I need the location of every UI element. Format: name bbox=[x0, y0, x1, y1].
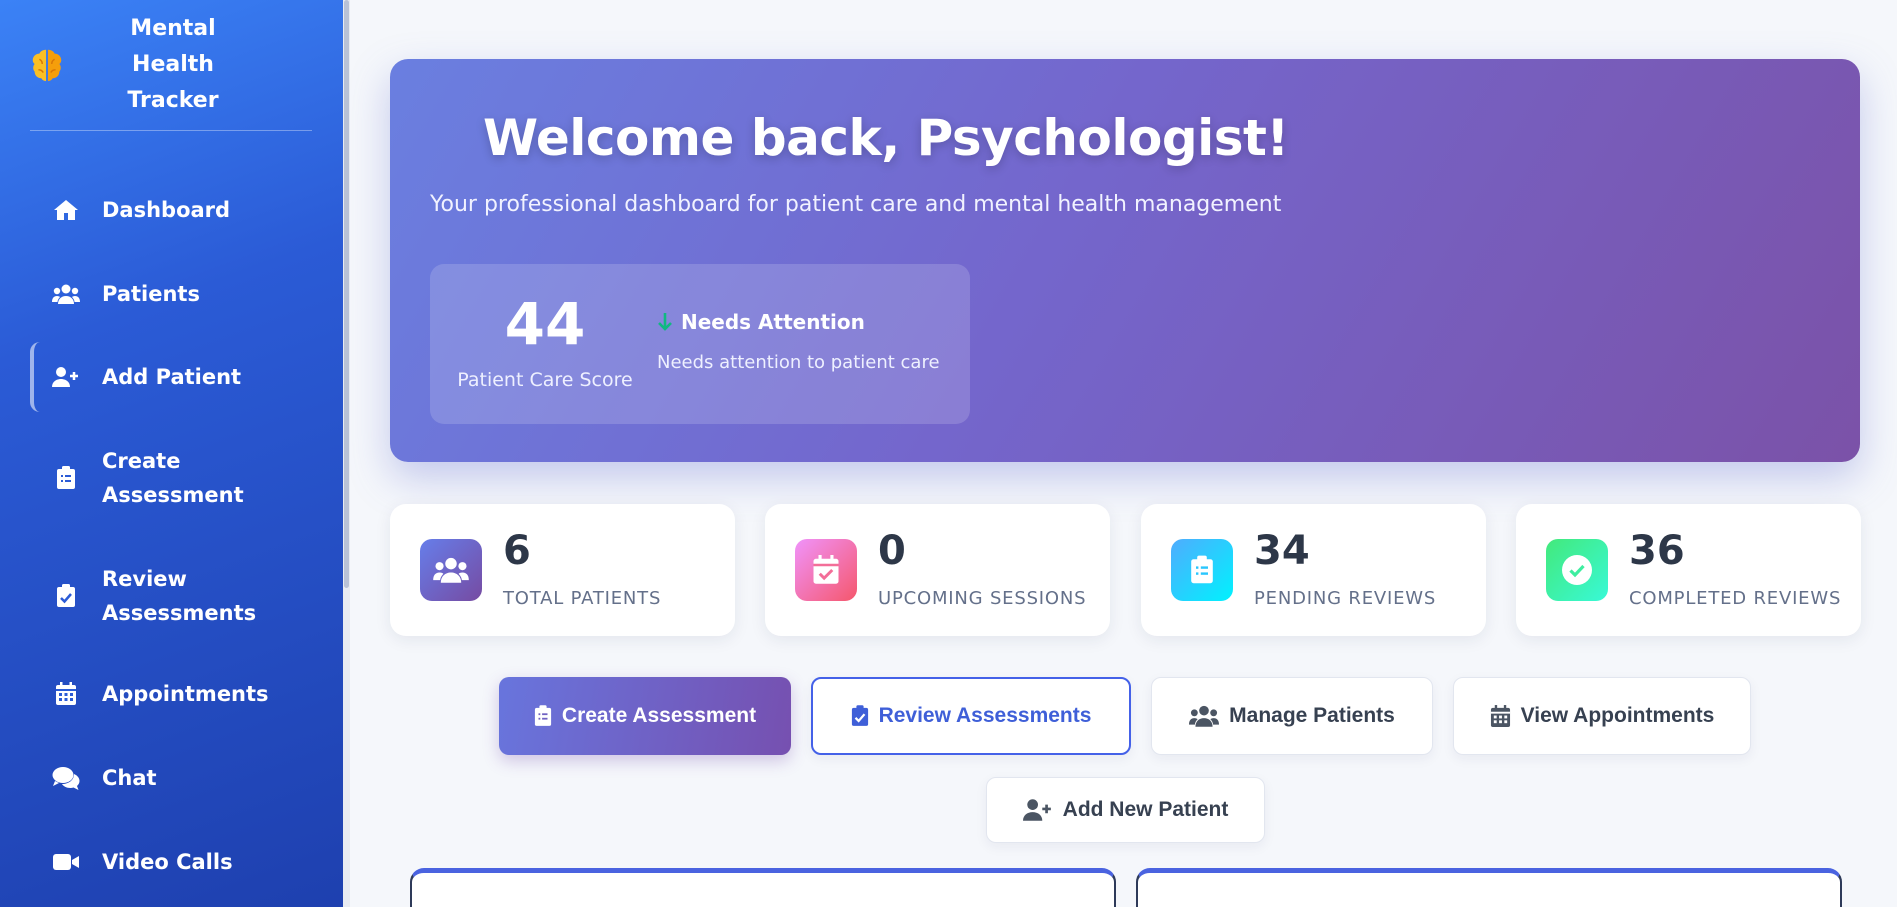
stat-value: 6 bbox=[503, 528, 531, 574]
home-icon bbox=[52, 196, 80, 224]
attention-text: Needs attention to patient care bbox=[657, 352, 940, 373]
app-title: Mental Health Tracker bbox=[127, 16, 219, 113]
user-plus-icon bbox=[52, 363, 80, 391]
stat-label: COMPLETED REVIEWS bbox=[1629, 588, 1842, 609]
sidebar-item-chat[interactable]: Chat bbox=[30, 760, 312, 796]
sidebar-scrollbar-thumb[interactable] bbox=[344, 0, 349, 588]
stat-card-upcoming-sessions: 0 UPCOMING SESSIONS bbox=[765, 504, 1110, 636]
stat-value: 36 bbox=[1629, 528, 1685, 574]
users-icon bbox=[1189, 705, 1220, 727]
care-score-value: 44 bbox=[504, 290, 586, 358]
calendar-check-icon bbox=[795, 539, 857, 601]
view-appointments-button[interactable]: View Appointments bbox=[1453, 677, 1751, 755]
review-assessments-label: Review Assessments bbox=[878, 704, 1092, 727]
manage-patients-label: Manage Patients bbox=[1229, 704, 1395, 727]
video-icon bbox=[52, 848, 80, 876]
add-new-patient-button[interactable]: Add New Patient bbox=[986, 777, 1265, 843]
sidebar-item-patients[interactable]: Patients bbox=[30, 276, 312, 312]
sidebar-item-appointments[interactable]: Appointments bbox=[30, 676, 312, 712]
sidebar-item-label: Video Calls bbox=[102, 850, 233, 874]
stat-value: 34 bbox=[1254, 528, 1310, 574]
sidebar: Mental Health Tracker Dashboard Patients… bbox=[0, 0, 343, 907]
sidebar-item-label: Dashboard bbox=[102, 198, 231, 222]
sidebar-divider bbox=[30, 130, 312, 131]
sidebar-item-dashboard[interactable]: Dashboard bbox=[30, 192, 312, 228]
content-panel-left bbox=[410, 868, 1116, 907]
clipboard-list-icon bbox=[1171, 539, 1233, 601]
attention-heading: Needs Attention bbox=[657, 310, 865, 334]
users-icon bbox=[52, 280, 80, 308]
welcome-title: Welcome back, Psychologist! bbox=[483, 109, 1289, 167]
user-plus-icon bbox=[1022, 799, 1051, 821]
sidebar-item-review-assessments[interactable]: Review Assessments bbox=[30, 560, 312, 632]
manage-patients-button[interactable]: Manage Patients bbox=[1151, 677, 1433, 755]
care-score-label: Patient Care Score bbox=[457, 369, 633, 391]
sidebar-item-label: Chat bbox=[102, 766, 157, 790]
welcome-subtitle: Your professional dashboard for patient … bbox=[430, 192, 1282, 217]
brain-icon bbox=[32, 49, 62, 82]
stat-label: TOTAL PATIENTS bbox=[503, 588, 662, 609]
review-assessments-button[interactable]: Review Assessments bbox=[811, 677, 1131, 755]
sidebar-item-add-patient[interactable]: Add Patient bbox=[30, 342, 312, 412]
calendar-icon bbox=[52, 680, 80, 708]
content-panel-right bbox=[1136, 868, 1842, 907]
sidebar-item-label: Appointments bbox=[102, 682, 269, 706]
welcome-banner: Welcome back, Psychologist! Your profess… bbox=[390, 59, 1860, 462]
stat-value: 0 bbox=[878, 528, 906, 574]
stat-label: PENDING REVIEWS bbox=[1254, 588, 1437, 609]
patient-care-score-card: 44 Patient Care Score Needs Attention Ne… bbox=[430, 264, 970, 424]
clipboard-check-icon bbox=[851, 705, 868, 726]
stat-label: UPCOMING SESSIONS bbox=[878, 588, 1087, 609]
calendar-icon bbox=[1490, 704, 1510, 727]
comments-icon bbox=[52, 764, 80, 792]
create-assessment-button[interactable]: Create Assessment bbox=[499, 677, 791, 755]
clipboard-list-icon bbox=[534, 705, 552, 726]
sidebar-item-video-calls[interactable]: Video Calls bbox=[30, 844, 312, 880]
stat-card-completed-reviews: 36 COMPLETED REVIEWS bbox=[1516, 504, 1861, 636]
create-assessment-label: Create Assessment bbox=[561, 704, 757, 727]
sidebar-item-label: Create Assessment bbox=[102, 449, 244, 507]
view-appointments-label: View Appointments bbox=[1520, 704, 1715, 727]
users-icon bbox=[420, 539, 482, 601]
sidebar-item-label: Review Assessments bbox=[102, 567, 257, 625]
check-circle-icon bbox=[1546, 539, 1608, 601]
sidebar-item-label: Add Patient bbox=[102, 365, 242, 389]
add-new-patient-label: Add New Patient bbox=[1062, 798, 1229, 821]
attention-title: Needs Attention bbox=[681, 310, 865, 334]
sidebar-item-label: Patients bbox=[102, 282, 200, 306]
clipboard-list-icon bbox=[52, 464, 80, 492]
stat-card-pending-reviews: 34 PENDING REVIEWS bbox=[1141, 504, 1486, 636]
brand[interactable]: Mental Health Tracker bbox=[28, 16, 312, 113]
clipboard-check-icon bbox=[52, 582, 80, 610]
sidebar-item-create-assessment[interactable]: Create Assessment bbox=[30, 442, 312, 514]
stat-card-total-patients: 6 TOTAL PATIENTS bbox=[390, 504, 735, 636]
arrow-down-icon bbox=[658, 313, 672, 331]
